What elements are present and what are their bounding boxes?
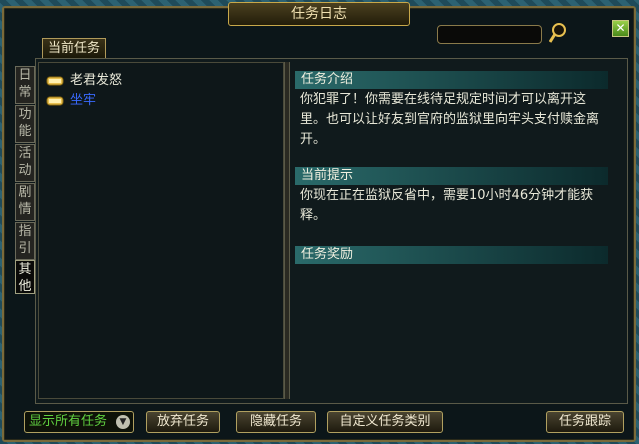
hide-quest-button[interactable]: 隐藏任务 [236, 411, 316, 433]
quest-item[interactable]: 老君发怒 [46, 72, 122, 90]
side-tab-function[interactable]: 功能 [15, 105, 35, 143]
section-intro-header: 任务介绍 [295, 71, 608, 89]
hint-text: 你现在正在监狱反省中，需要10小时46分钟才能获释。 [300, 188, 594, 223]
scroll-icon [46, 76, 64, 85]
section-reward-header: 任务奖励 [295, 246, 608, 264]
close-icon[interactable]: ✕ [612, 20, 629, 37]
side-tab-daily[interactable]: 日常 [15, 66, 35, 104]
scroll-icon [46, 96, 64, 105]
section-hint-header: 当前提示 [295, 167, 608, 185]
window-title: 任务日志 [228, 2, 410, 26]
magnifier-icon[interactable] [549, 22, 567, 44]
track-quest-button[interactable]: 任务跟踪 [546, 411, 624, 433]
search-input[interactable] [437, 25, 542, 44]
side-tab-other[interactable]: 其他 [15, 260, 35, 294]
quest-name: 老君发怒 [70, 73, 123, 88]
quest-list-panel [38, 62, 284, 399]
abandon-quest-button[interactable]: 放弃任务 [146, 411, 220, 433]
side-tab-story[interactable]: 剧情 [15, 183, 35, 221]
quest-item-selected[interactable]: 坐牢 [46, 92, 96, 110]
intro-text: 你犯罪了！你需要在线待足规定时间才可以离开这里。也可以让好友到官府的监狱里向牢头… [300, 92, 600, 147]
side-tab-guide[interactable]: 指引 [15, 222, 35, 260]
filter-dropdown[interactable]: 显示所有任务 ▼ [24, 411, 134, 433]
custom-category-button[interactable]: 自定义任务类别 [327, 411, 443, 433]
panel-divider[interactable] [284, 62, 290, 399]
chevron-down-icon: ▼ [116, 415, 130, 429]
filter-label: 显示所有任务 [29, 414, 108, 429]
quest-name: 坐牢 [70, 93, 97, 108]
tab-current-quests[interactable]: 当前任务 [42, 38, 106, 58]
side-tab-activity[interactable]: 活动 [15, 144, 35, 182]
